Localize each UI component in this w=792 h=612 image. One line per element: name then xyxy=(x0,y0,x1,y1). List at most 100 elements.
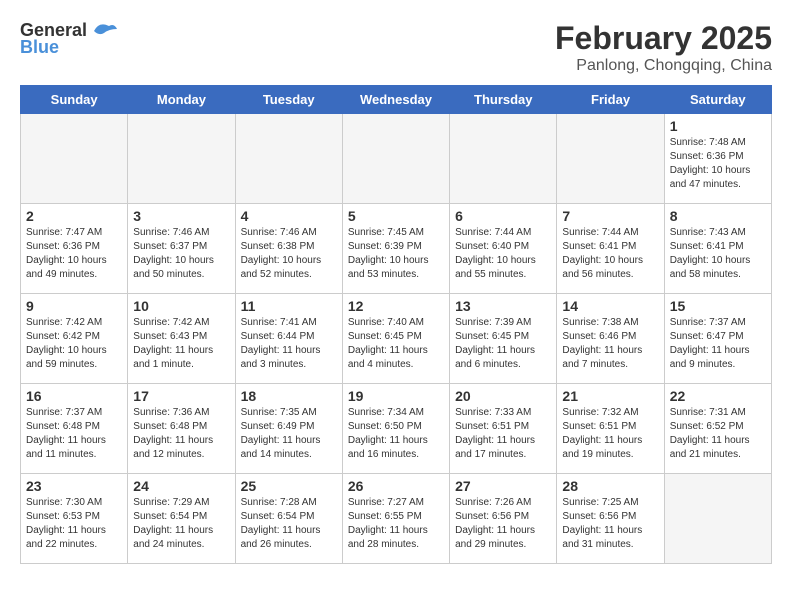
day-info: Sunrise: 7:42 AM Sunset: 6:42 PM Dayligh… xyxy=(26,316,122,372)
day-number: 12 xyxy=(348,298,444,314)
day-info: Sunrise: 7:31 AM Sunset: 6:52 PM Dayligh… xyxy=(670,406,766,462)
week-row-0: 1 Sunrise: 7:48 AM Sunset: 6:36 PM Daylig… xyxy=(21,114,772,204)
day-number: 27 xyxy=(455,478,551,494)
day-number: 18 xyxy=(241,388,337,404)
day-number: 15 xyxy=(670,298,766,314)
calendar-title: February 2025 xyxy=(555,20,772,57)
day-cell: 24 Sunrise: 7:29 AM Sunset: 6:54 PM Dayli… xyxy=(128,474,235,564)
day-info: Sunrise: 7:39 AM Sunset: 6:45 PM Dayligh… xyxy=(455,316,551,372)
day-header-monday: Monday xyxy=(128,86,235,114)
day-info: Sunrise: 7:40 AM Sunset: 6:45 PM Dayligh… xyxy=(348,316,444,372)
logo-bird-icon xyxy=(89,21,119,41)
day-number: 28 xyxy=(562,478,658,494)
day-cell: 1 Sunrise: 7:48 AM Sunset: 6:36 PM Daylig… xyxy=(664,114,771,204)
week-row-3: 16Sunrise: 7:37 AM Sunset: 6:48 PM Dayli… xyxy=(21,384,772,474)
day-cell: 28 Sunrise: 7:25 AM Sunset: 6:56 PM Dayli… xyxy=(557,474,664,564)
day-info: Sunrise: 7:30 AM Sunset: 6:53 PM Dayligh… xyxy=(26,496,122,552)
day-cell: 21 Sunrise: 7:32 AM Sunset: 6:51 PM Dayli… xyxy=(557,384,664,474)
day-header-thursday: Thursday xyxy=(450,86,557,114)
day-cell: 3 Sunrise: 7:46 AM Sunset: 6:37 PM Daylig… xyxy=(128,204,235,294)
day-cell: 7 Sunrise: 7:44 AM Sunset: 6:41 PM Daylig… xyxy=(557,204,664,294)
day-number: 14 xyxy=(562,298,658,314)
day-cell: 6Sunrise: 7:44 AM Sunset: 6:40 PM Daylig… xyxy=(450,204,557,294)
day-number: 3 xyxy=(133,208,229,224)
day-info: Sunrise: 7:32 AM Sunset: 6:51 PM Dayligh… xyxy=(562,406,658,462)
day-info: Sunrise: 7:37 AM Sunset: 6:48 PM Dayligh… xyxy=(26,406,122,462)
day-cell xyxy=(235,114,342,204)
day-cell: 5 Sunrise: 7:45 AM Sunset: 6:39 PM Daylig… xyxy=(342,204,449,294)
day-number: 7 xyxy=(562,208,658,224)
day-cell: 13 Sunrise: 7:39 AM Sunset: 6:45 PM Dayli… xyxy=(450,294,557,384)
day-cell: 2 Sunrise: 7:47 AM Sunset: 6:36 PM Daylig… xyxy=(21,204,128,294)
day-number: 19 xyxy=(348,388,444,404)
day-info: Sunrise: 7:48 AM Sunset: 6:36 PM Dayligh… xyxy=(670,136,766,192)
day-info: Sunrise: 7:46 AM Sunset: 6:37 PM Dayligh… xyxy=(133,226,229,282)
day-number: 21 xyxy=(562,388,658,404)
day-cell xyxy=(557,114,664,204)
day-info: Sunrise: 7:27 AM Sunset: 6:55 PM Dayligh… xyxy=(348,496,444,552)
day-info: Sunrise: 7:44 AM Sunset: 6:40 PM Dayligh… xyxy=(455,226,551,282)
day-info: Sunrise: 7:45 AM Sunset: 6:39 PM Dayligh… xyxy=(348,226,444,282)
day-number: 24 xyxy=(133,478,229,494)
day-cell xyxy=(128,114,235,204)
day-info: Sunrise: 7:29 AM Sunset: 6:54 PM Dayligh… xyxy=(133,496,229,552)
week-row-4: 23 Sunrise: 7:30 AM Sunset: 6:53 PM Dayli… xyxy=(21,474,772,564)
day-cell: 20Sunrise: 7:33 AM Sunset: 6:51 PM Dayli… xyxy=(450,384,557,474)
day-header-sunday: Sunday xyxy=(21,86,128,114)
day-cell: 23 Sunrise: 7:30 AM Sunset: 6:53 PM Dayli… xyxy=(21,474,128,564)
logo-blue-text: Blue xyxy=(20,37,59,58)
day-number: 23 xyxy=(26,478,122,494)
day-cell: 19Sunrise: 7:34 AM Sunset: 6:50 PM Dayli… xyxy=(342,384,449,474)
day-cell: 26 Sunrise: 7:27 AM Sunset: 6:55 PM Dayli… xyxy=(342,474,449,564)
day-number: 8 xyxy=(670,208,766,224)
day-info: Sunrise: 7:47 AM Sunset: 6:36 PM Dayligh… xyxy=(26,226,122,282)
day-cell: 12 Sunrise: 7:40 AM Sunset: 6:45 PM Dayli… xyxy=(342,294,449,384)
day-cell: 14 Sunrise: 7:38 AM Sunset: 6:46 PM Dayli… xyxy=(557,294,664,384)
day-info: Sunrise: 7:41 AM Sunset: 6:44 PM Dayligh… xyxy=(241,316,337,372)
day-number: 2 xyxy=(26,208,122,224)
day-info: Sunrise: 7:33 AM Sunset: 6:51 PM Dayligh… xyxy=(455,406,551,462)
day-info: Sunrise: 7:35 AM Sunset: 6:49 PM Dayligh… xyxy=(241,406,337,462)
day-number: 22 xyxy=(670,388,766,404)
calendar-body: 1 Sunrise: 7:48 AM Sunset: 6:36 PM Daylig… xyxy=(21,114,772,564)
day-info: Sunrise: 7:28 AM Sunset: 6:54 PM Dayligh… xyxy=(241,496,337,552)
calendar-subtitle: Panlong, Chongqing, China xyxy=(555,57,772,75)
day-number: 9 xyxy=(26,298,122,314)
logo: General Blue xyxy=(20,20,119,58)
day-cell: 9 Sunrise: 7:42 AM Sunset: 6:42 PM Daylig… xyxy=(21,294,128,384)
day-info: Sunrise: 7:38 AM Sunset: 6:46 PM Dayligh… xyxy=(562,316,658,372)
day-info: Sunrise: 7:25 AM Sunset: 6:56 PM Dayligh… xyxy=(562,496,658,552)
day-cell: 27Sunrise: 7:26 AM Sunset: 6:56 PM Dayli… xyxy=(450,474,557,564)
day-cell: 8 Sunrise: 7:43 AM Sunset: 6:41 PM Daylig… xyxy=(664,204,771,294)
day-cell xyxy=(450,114,557,204)
day-info: Sunrise: 7:37 AM Sunset: 6:47 PM Dayligh… xyxy=(670,316,766,372)
day-cell xyxy=(664,474,771,564)
week-row-1: 2 Sunrise: 7:47 AM Sunset: 6:36 PM Daylig… xyxy=(21,204,772,294)
day-cell xyxy=(21,114,128,204)
day-info: Sunrise: 7:36 AM Sunset: 6:48 PM Dayligh… xyxy=(133,406,229,462)
day-cell: 10 Sunrise: 7:42 AM Sunset: 6:43 PM Dayli… xyxy=(128,294,235,384)
day-info: Sunrise: 7:42 AM Sunset: 6:43 PM Dayligh… xyxy=(133,316,229,372)
calendar-table: SundayMondayTuesdayWednesdayThursdayFrid… xyxy=(20,85,772,564)
week-row-2: 9 Sunrise: 7:42 AM Sunset: 6:42 PM Daylig… xyxy=(21,294,772,384)
day-number: 13 xyxy=(455,298,551,314)
day-cell: 18 Sunrise: 7:35 AM Sunset: 6:49 PM Dayli… xyxy=(235,384,342,474)
day-cell: 17 Sunrise: 7:36 AM Sunset: 6:48 PM Dayli… xyxy=(128,384,235,474)
day-cell: 25 Sunrise: 7:28 AM Sunset: 6:54 PM Dayli… xyxy=(235,474,342,564)
day-cell: 11Sunrise: 7:41 AM Sunset: 6:44 PM Dayli… xyxy=(235,294,342,384)
day-header-friday: Friday xyxy=(557,86,664,114)
day-header-saturday: Saturday xyxy=(664,86,771,114)
day-number: 4 xyxy=(241,208,337,224)
day-info: Sunrise: 7:43 AM Sunset: 6:41 PM Dayligh… xyxy=(670,226,766,282)
day-number: 10 xyxy=(133,298,229,314)
day-number: 5 xyxy=(348,208,444,224)
day-cell: 22 Sunrise: 7:31 AM Sunset: 6:52 PM Dayli… xyxy=(664,384,771,474)
day-number: 25 xyxy=(241,478,337,494)
day-number: 26 xyxy=(348,478,444,494)
calendar-header: General Blue February 2025 Panlong, Chon… xyxy=(20,20,772,75)
day-header-row: SundayMondayTuesdayWednesdayThursdayFrid… xyxy=(21,86,772,114)
day-number: 1 xyxy=(670,118,766,134)
day-info: Sunrise: 7:44 AM Sunset: 6:41 PM Dayligh… xyxy=(562,226,658,282)
day-cell: 4Sunrise: 7:46 AM Sunset: 6:38 PM Daylig… xyxy=(235,204,342,294)
day-number: 17 xyxy=(133,388,229,404)
